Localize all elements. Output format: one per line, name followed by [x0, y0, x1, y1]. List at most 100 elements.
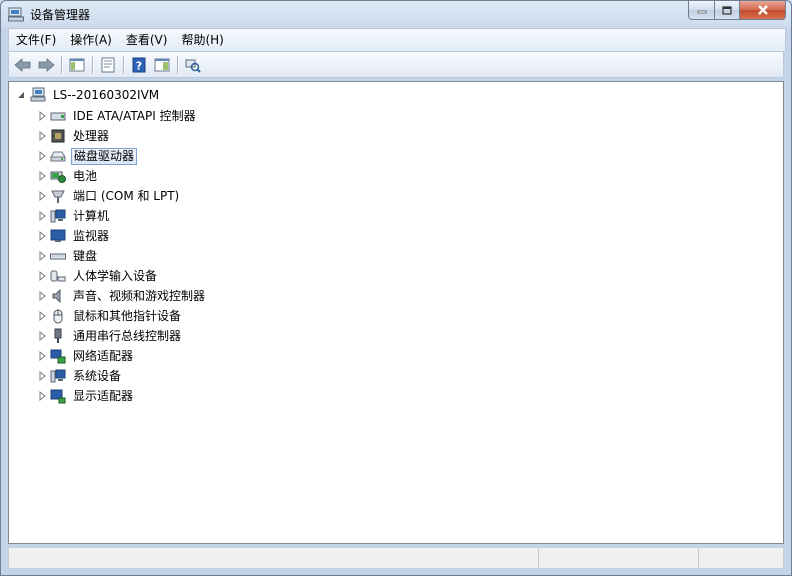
action-pane-button[interactable]: [151, 54, 173, 76]
menu-view[interactable]: 查看(V): [119, 30, 175, 50]
menu-help[interactable]: 帮助(H): [174, 30, 230, 50]
collapsed-arrow-icon[interactable]: [37, 391, 47, 401]
tree-node-usb[interactable]: 通用串行总线控制器: [37, 326, 207, 346]
forward-button[interactable]: [35, 54, 57, 76]
status-cell-3: [699, 548, 783, 568]
menu-action[interactable]: 操作(A): [63, 30, 119, 50]
tree-node-hid[interactable]: 人体学输入设备: [37, 266, 207, 286]
collapsed-arrow-icon[interactable]: [37, 311, 47, 321]
ide-controller-icon: [50, 112, 66, 121]
maximize-icon: [722, 5, 732, 15]
tree-node-label: 键盘: [73, 248, 98, 263]
tree-node-keyboards[interactable]: 键盘: [37, 246, 207, 266]
tree-node-label: IDE ATA/ATAPI 控制器: [73, 108, 196, 123]
computer-icon: [50, 209, 66, 223]
back-arrow-icon: [14, 57, 31, 72]
collapsed-arrow-icon[interactable]: [37, 111, 47, 121]
tree-node-battery[interactable]: 电池: [37, 166, 207, 186]
menu-file[interactable]: 文件(F): [9, 30, 63, 50]
toolbar-separator: [61, 55, 63, 74]
tree-node-label: 端口 (COM 和 LPT): [73, 188, 180, 203]
minimize-icon: [697, 10, 706, 14]
status-cell-2: [539, 548, 700, 568]
tree-node-ports[interactable]: 端口 (COM 和 LPT): [37, 186, 207, 206]
collapsed-arrow-icon[interactable]: [37, 211, 47, 221]
toolbar-separator: [92, 55, 94, 74]
svg-text:?: ?: [136, 59, 142, 72]
tree-node-mice[interactable]: 鼠标和其他指针设备: [37, 306, 207, 326]
show-hide-tree-button[interactable]: [66, 54, 88, 76]
tree-node-network[interactable]: 网络适配器: [37, 346, 207, 366]
tree-node-sound[interactable]: 声音、视频和游戏控制器: [37, 286, 207, 306]
scan-hardware-icon: [185, 59, 201, 73]
root-computer-label: LS--20160302IVM: [53, 87, 160, 102]
monitor-icon: [50, 229, 66, 242]
device-tree[interactable]: LS--20160302IVM IDE ATA/ATAPI 控制器 处理器 磁盘…: [8, 81, 784, 544]
tree-node-display[interactable]: 显示适配器: [37, 386, 207, 406]
tree-root[interactable]: LS--20160302IVM: [17, 86, 161, 104]
tree-node-label: 监视器: [73, 228, 110, 243]
tree-node-label: 系统设备: [73, 368, 122, 383]
maximize-button[interactable]: [715, 1, 740, 20]
properties-button[interactable]: [97, 54, 119, 76]
collapsed-arrow-icon[interactable]: [37, 331, 47, 341]
collapsed-arrow-icon[interactable]: [37, 171, 47, 181]
collapsed-arrow-icon[interactable]: [37, 151, 47, 161]
window-title: 设备管理器: [30, 8, 91, 22]
help-icon: ?: [132, 57, 146, 72]
display-adapter-icon: [50, 389, 66, 404]
status-cell-main: [9, 548, 539, 568]
collapsed-arrow-icon[interactable]: [37, 371, 47, 381]
tree-node-computer[interactable]: 计算机: [37, 206, 207, 226]
system-device-icon: [50, 369, 66, 383]
tree-node-label: 网络适配器: [73, 348, 134, 363]
collapsed-arrow-icon[interactable]: [37, 191, 47, 201]
menu-bar: 文件(F) 操作(A) 查看(V) 帮助(H): [8, 28, 786, 51]
tree-node-label-selected: 磁盘驱动器: [71, 147, 138, 165]
toolbar: ?: [8, 51, 784, 78]
action-pane-icon: [154, 58, 170, 71]
toolbar-separator: [123, 55, 125, 74]
collapsed-arrow-icon[interactable]: [37, 131, 47, 141]
port-icon: [51, 190, 65, 203]
device-manager-icon: [8, 7, 24, 22]
tree-node-label: 鼠标和其他指针设备: [73, 308, 182, 323]
toolbar-separator: [177, 55, 179, 74]
tree-node-disk-drives[interactable]: 磁盘驱动器: [37, 146, 207, 166]
close-icon: [757, 5, 768, 15]
battery-icon: [50, 171, 66, 183]
expanded-arrow-icon[interactable]: [17, 90, 27, 100]
minimize-button[interactable]: [688, 1, 715, 20]
mouse-icon: [53, 309, 63, 324]
computer-icon: [30, 87, 46, 102]
help-button[interactable]: ?: [128, 54, 150, 76]
back-button[interactable]: [12, 54, 34, 76]
tree-node-ide[interactable]: IDE ATA/ATAPI 控制器: [37, 106, 207, 126]
tree-node-label: 计算机: [73, 208, 110, 223]
tree-node-label: 显示适配器: [73, 388, 134, 403]
tree-node-processor[interactable]: 处理器: [37, 126, 207, 146]
keyboard-icon: [50, 253, 66, 260]
hid-icon: [50, 270, 66, 282]
scan-hardware-button[interactable]: [182, 54, 204, 76]
usb-icon: [54, 328, 62, 343]
collapsed-arrow-icon[interactable]: [37, 231, 47, 241]
properties-icon: [101, 57, 115, 72]
collapsed-arrow-icon[interactable]: [37, 291, 47, 301]
tree-node-monitors[interactable]: 监视器: [37, 226, 207, 246]
device-manager-window: 设备管理器 文件(F) 操作(A) 查看(V) 帮助(H) ? LS--2016…: [0, 0, 792, 576]
collapsed-arrow-icon[interactable]: [37, 251, 47, 261]
close-button[interactable]: [740, 1, 786, 20]
disk-drive-icon: [50, 151, 66, 162]
status-bar: [8, 547, 784, 569]
collapsed-arrow-icon[interactable]: [37, 271, 47, 281]
tree-node-label: 人体学输入设备: [73, 268, 158, 283]
collapsed-arrow-icon[interactable]: [37, 351, 47, 361]
tree-node-label: 电池: [73, 168, 98, 183]
tree-node-label: 声音、视频和游戏控制器: [73, 288, 206, 303]
tree-node-label: 通用串行总线控制器: [73, 328, 182, 343]
show-hide-tree-icon: [69, 58, 85, 71]
caption-buttons: [688, 1, 786, 20]
title-bar[interactable]: 设备管理器: [1, 1, 791, 27]
tree-node-system[interactable]: 系统设备: [37, 366, 207, 386]
